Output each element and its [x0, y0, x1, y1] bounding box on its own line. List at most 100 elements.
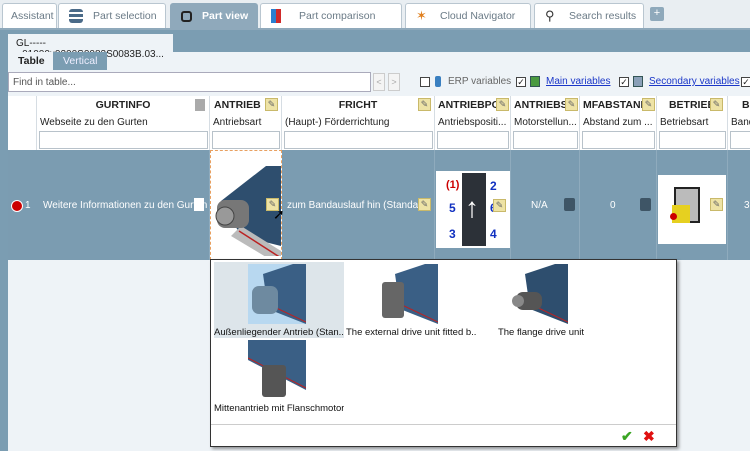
main-variables-checkbox[interactable]: ✓: [516, 77, 526, 87]
pencil-icon[interactable]: ✎: [565, 98, 578, 111]
secondary-variables-checkbox[interactable]: ✓: [619, 77, 629, 87]
tab-label: Cloud Navigator: [440, 10, 516, 22]
pencil-icon[interactable]: ✎: [265, 98, 278, 111]
next-button[interactable]: >: [388, 73, 400, 91]
pencil-icon[interactable]: ✎: [493, 199, 506, 212]
add-tab-button[interactable]: +: [650, 7, 664, 21]
cell-fricht[interactable]: zum Bandauslauf hin (Standard) ✎: [282, 150, 435, 260]
row-header-corner: [8, 96, 37, 150]
tab-cloud-navigator[interactable]: ✶ Cloud Navigator: [405, 3, 531, 28]
table-icon: [530, 76, 540, 87]
column-title: GURTINFO: [95, 99, 151, 111]
tab-label: Part view: [202, 10, 249, 22]
pencil-icon[interactable]: ✎: [418, 198, 431, 211]
tab-table[interactable]: Table: [8, 52, 55, 70]
image-picker-popup: Außenliegender Antrieb (Stan... The exte…: [210, 259, 677, 447]
cell-text: N/A: [531, 200, 548, 211]
filter-input[interactable]: [212, 131, 280, 149]
prev-button[interactable]: <: [373, 73, 385, 91]
cell-antrieb[interactable]: ✎ ➚: [210, 150, 285, 260]
position-label: 3: [449, 227, 456, 241]
column-gurtinfo[interactable]: GURTINFO Webseite zu den Gurten: [37, 96, 210, 150]
column-antriebst[interactable]: ANTRIEBST ✎ Motorstellun...: [511, 96, 580, 150]
filter-input[interactable]: [582, 131, 655, 149]
option-flange-drive[interactable]: The flange drive unit: [476, 262, 606, 338]
position-label: 2: [490, 179, 497, 193]
option-label: Außenliegender Antrieb (Stan...: [214, 327, 344, 338]
pencil-icon[interactable]: ✎: [642, 98, 655, 111]
position-label: 4: [490, 227, 497, 241]
option-label: The flange drive unit: [497, 327, 585, 338]
secondary-variables-link[interactable]: Secondary variables: [649, 76, 740, 87]
column-desc: Abstand zum ...: [583, 117, 653, 128]
tab-label: Assistant: [11, 10, 54, 22]
column-betrieb[interactable]: BETRIEB ✎ Betriebsart: [657, 96, 728, 150]
search-icon: ⚲: [545, 8, 555, 23]
belt-icon: ↑: [462, 173, 486, 246]
tab-vertical[interactable]: Vertical: [53, 52, 108, 70]
tab-part-selection[interactable]: Part selection: [58, 3, 166, 28]
cancel-x-icon[interactable]: ✖: [643, 428, 655, 445]
extra-checkbox[interactable]: ✓: [741, 77, 750, 87]
column-desc: Antriebsart: [213, 117, 262, 128]
cell-antriebst: N/A: [511, 150, 580, 260]
database-icon: [435, 76, 441, 87]
find-in-table-input[interactable]: Find in table...: [8, 72, 371, 92]
divider: [211, 424, 676, 425]
lock-icon: [564, 198, 575, 211]
option-aussenliegender-antrieb[interactable]: Außenliegender Antrieb (Stan...: [214, 262, 344, 338]
row-number: 1: [25, 200, 31, 211]
pencil-icon[interactable]: ✎: [710, 198, 723, 211]
cell-betrieb[interactable]: ✎: [657, 150, 728, 260]
cell-text: 3.: [744, 200, 750, 211]
option-label: Mittenantrieb mit Flanschmotor: [214, 403, 344, 414]
tab-search-results[interactable]: ⚲ Search results: [534, 3, 644, 28]
pencil-icon[interactable]: ✎: [418, 98, 431, 111]
cell-gurtinfo[interactable]: Weitere Informationen zu den Gurten: [37, 150, 210, 260]
column-desc: Betriebsart: [660, 117, 709, 128]
tab-part-comparison[interactable]: Part comparison: [260, 3, 402, 28]
tab-label: Part selection: [93, 10, 157, 22]
document-icon: [195, 99, 205, 111]
pencil-icon[interactable]: ✎: [496, 98, 509, 111]
conveyor-thumbnail: [248, 264, 306, 324]
erp-variables-label: ERP variables: [448, 76, 512, 87]
main-variables-link[interactable]: Main variables: [546, 76, 610, 87]
arrow-up-icon: ↑: [465, 192, 479, 223]
compare-icon: [271, 9, 281, 23]
cell-antriebpos[interactable]: ↑ (1) 2 5 6 3 4 ✎: [435, 150, 511, 260]
cell-b: 3.: [728, 150, 750, 260]
lock-icon: [640, 198, 651, 211]
cell-mfabstand: 0: [580, 150, 657, 260]
filter-input[interactable]: [730, 131, 750, 149]
column-antriebpos[interactable]: ANTRIEBPOS ✎ Antriebspositi...: [435, 96, 511, 150]
position-label: 5: [449, 201, 456, 215]
column-antrieb[interactable]: ANTRIEB ✎ Antriebsart: [210, 96, 282, 150]
filter-input[interactable]: [284, 131, 433, 149]
conveyor-thumbnail: [512, 264, 568, 324]
document-icon[interactable]: [194, 198, 204, 211]
tab-assistant[interactable]: Assistant: [2, 3, 57, 28]
conveyor-thumbnail: [382, 264, 438, 324]
pencil-icon[interactable]: ✎: [710, 98, 723, 111]
document-tab[interactable]: GL------.01000x0200S0083S0083B.03...: [8, 34, 173, 60]
tab-part-view[interactable]: Part view: [170, 3, 258, 28]
column-desc: Antriebspositi...: [438, 117, 507, 128]
column-desc: Motorstellun...: [514, 117, 577, 128]
conveyor-thumbnail: [248, 340, 306, 397]
erp-variables-checkbox[interactable]: [420, 77, 430, 87]
confirm-check-icon[interactable]: ✔: [621, 428, 633, 445]
filter-input[interactable]: [437, 131, 509, 149]
column-desc: Webseite zu den Gurten: [40, 117, 148, 128]
option-external-drive[interactable]: The external drive unit fitted b...: [346, 262, 476, 338]
cell-text: Weitere Informationen zu den Gurten: [43, 200, 208, 211]
column-fricht[interactable]: FRICHT ✎ (Haupt-) Förderrichtung: [282, 96, 435, 150]
column-mfabstand[interactable]: MFABSTAND ✎ Abstand zum ...: [580, 96, 657, 150]
filter-input[interactable]: [39, 131, 208, 149]
filter-input[interactable]: [513, 131, 578, 149]
option-mittenantrieb[interactable]: Mittenantrieb mit Flanschmotor: [214, 338, 344, 414]
column-desc: Band: [731, 117, 750, 128]
column-b[interactable]: B Band: [728, 96, 750, 150]
filter-input[interactable]: [659, 131, 726, 149]
position-label: (1): [446, 179, 460, 191]
